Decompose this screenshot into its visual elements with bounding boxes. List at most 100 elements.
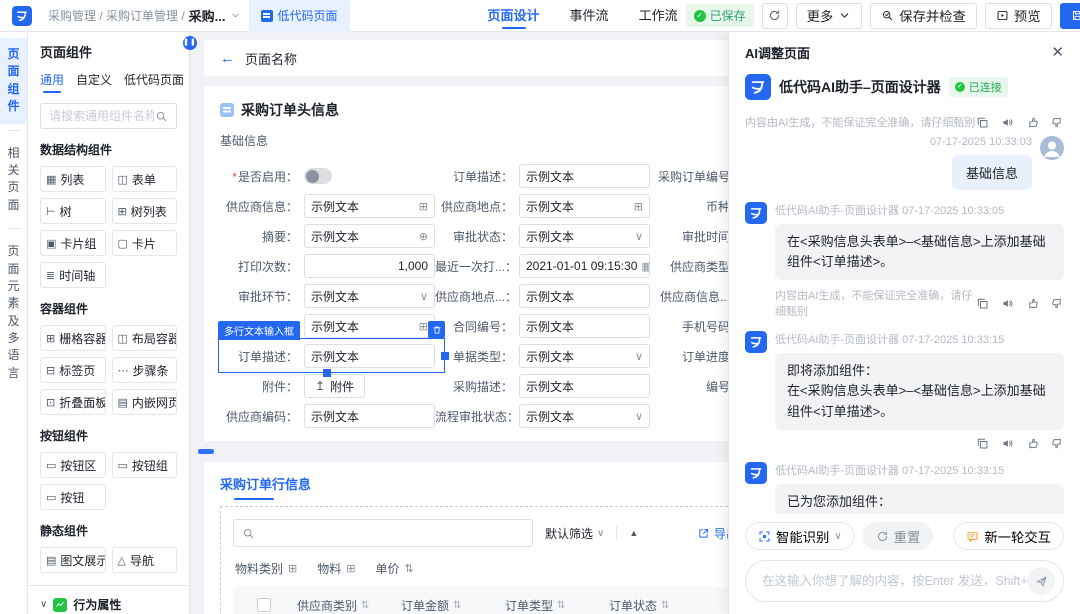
component-item[interactable]: ⊞树列表 — [112, 198, 178, 224]
horizontal-scrollbar[interactable] — [198, 449, 214, 454]
table-column-header[interactable]: 供应商类别⇅ — [297, 597, 401, 614]
side-strip-tab-0[interactable]: 页面组件 — [0, 38, 27, 124]
select-field[interactable]: 示例文本∨ — [519, 344, 650, 368]
thumbs-down-icon[interactable] — [1051, 437, 1064, 450]
speaker-icon[interactable] — [1001, 437, 1014, 450]
input-field[interactable]: 示例文本⊞ — [304, 194, 435, 218]
speaker-icon[interactable] — [1001, 116, 1014, 129]
upload-attachment-button[interactable]: ↥附件 — [304, 374, 365, 398]
component-search-input[interactable] — [49, 109, 154, 123]
select-all-checkbox[interactable] — [257, 598, 271, 612]
speaker-icon[interactable] — [1001, 297, 1014, 310]
input-field[interactable]: 示例文本⊞ — [519, 194, 650, 218]
thumbs-up-icon[interactable] — [1026, 437, 1039, 450]
filter-chip[interactable]: 物料类别⊞ — [235, 560, 297, 577]
collapse-toolbar-icon[interactable]: ▲ — [629, 528, 638, 538]
input-field[interactable]: 2021-01-01 09:15:30▦ — [519, 254, 650, 278]
table-column-header[interactable]: 订单状态⇅ — [609, 597, 713, 614]
filter-chip[interactable]: 物料⊞ — [317, 560, 355, 577]
component-item[interactable]: ◫布局容器 — [112, 325, 178, 351]
input-field[interactable]: 示例文本⊞ — [304, 314, 435, 338]
side-strip-tab-2[interactable]: 页面元素及多语言 — [0, 235, 27, 390]
component-item[interactable]: ▣卡片组 — [40, 230, 106, 256]
tab-order-line-info[interactable]: 采购订单行信息 — [220, 474, 311, 500]
app-logo-icon[interactable] — [12, 6, 32, 26]
component-item[interactable]: ▭按钮区 — [40, 452, 106, 478]
input-field[interactable]: 示例文本 — [519, 164, 650, 188]
palette-tab-1[interactable]: 自定义 — [76, 71, 112, 93]
panel-collapse-handle[interactable]: ❚❚ — [183, 36, 197, 50]
table-column-header[interactable]: 订单金额⇅ — [401, 597, 505, 614]
input-field[interactable]: 示例文本 — [519, 314, 650, 338]
order-header-form-card[interactable]: 采购订单头信息 基础信息 *是否启用：订单描述：示例文本采购订单编号供应商信息：… — [204, 86, 728, 441]
palette-tab-2[interactable]: 低代码页面 — [124, 71, 184, 93]
page-tab-lowcode[interactable]: 低代码页面 — [249, 0, 350, 32]
resize-handle-right[interactable] — [441, 352, 449, 360]
message-meta: 低代码AI助手-页面设计器 07-17-2025 10:33:15 — [775, 462, 1064, 478]
component-item[interactable]: ▤内嵌网页 — [112, 389, 178, 415]
order-line-card[interactable]: 采购订单行信息 默认筛选 ∨ ▲ — [204, 462, 728, 614]
component-item[interactable]: ▭按钮组 — [112, 452, 178, 478]
filter-chip[interactable]: 单价⇅ — [375, 560, 413, 577]
component-item[interactable]: △导航 — [112, 547, 178, 573]
send-icon[interactable] — [1027, 567, 1055, 595]
breadcrumb[interactable]: 采购管理 / 采购订单管理 / 采购... — [48, 6, 241, 25]
thumbs-up-icon[interactable] — [1026, 297, 1039, 310]
copy-icon[interactable] — [976, 437, 989, 450]
resize-handle-bottom[interactable] — [323, 369, 331, 377]
export-button[interactable]: 导出 — [697, 525, 728, 542]
palette-tab-0[interactable]: 通用 — [40, 71, 64, 93]
new-round-button[interactable]: 新一轮交互 — [953, 522, 1064, 550]
thumbs-down-icon[interactable] — [1051, 116, 1064, 129]
component-search[interactable] — [40, 103, 177, 129]
refresh-button[interactable] — [762, 3, 788, 29]
preview-button[interactable]: 预览 — [985, 3, 1052, 29]
chat-input-box[interactable] — [745, 560, 1064, 602]
close-icon[interactable]: ✕ — [1051, 45, 1064, 60]
component-item[interactable]: ◫表单 — [112, 166, 178, 192]
input-field[interactable]: 示例文本 — [519, 374, 650, 398]
chat-input[interactable] — [762, 574, 1027, 588]
component-item[interactable]: ⊟标签页 — [40, 357, 106, 383]
component-item[interactable]: ≣时间轴 — [40, 262, 106, 288]
input-field[interactable]: 示例文本 — [304, 344, 435, 368]
back-arrow-icon[interactable]: ← — [220, 50, 235, 67]
mode-tab-2[interactable]: 工作流 — [639, 0, 678, 32]
select-field[interactable]: 示例文本∨ — [519, 404, 650, 428]
component-item[interactable]: ▦列表 — [40, 166, 106, 192]
reset-button[interactable]: 重置 — [863, 522, 934, 550]
thumbs-down-icon[interactable] — [1051, 297, 1064, 310]
input-field[interactable]: 示例文本 — [519, 284, 650, 308]
input-field[interactable]: 1,000 — [304, 254, 435, 278]
chevron-down-icon[interactable] — [230, 10, 241, 21]
save-and-check-button[interactable]: 保存并检查 — [870, 3, 977, 29]
table-search[interactable] — [233, 519, 533, 547]
thumbs-up-icon[interactable] — [1026, 116, 1039, 129]
save-button[interactable]: 保存 — [1060, 3, 1080, 29]
input-field[interactable]: 示例文本⊕ — [304, 224, 435, 248]
default-filter-dropdown[interactable]: 默认筛选 ∨ — [545, 525, 604, 542]
input-field[interactable]: 示例文本 — [304, 404, 435, 428]
behavior-section-header[interactable]: ∨ 行为属性 — [28, 585, 189, 613]
table-search-input[interactable] — [261, 526, 524, 540]
select-field[interactable]: 示例文本∨ — [519, 224, 650, 248]
table-column-header[interactable]: 订单类型⇅ — [505, 597, 609, 614]
select-field[interactable]: 示例文本∨ — [304, 284, 435, 308]
side-strip-tab-1[interactable]: 相关页面 — [0, 137, 27, 223]
component-item[interactable]: ⊢树 — [40, 198, 106, 224]
copy-icon[interactable] — [976, 116, 989, 129]
component-item[interactable]: ⊡折叠面板 — [40, 389, 106, 415]
component-item[interactable]: ▭按钮 — [40, 484, 106, 510]
component-item[interactable]: ▤图文展示 — [40, 547, 106, 573]
delete-component-button[interactable] — [428, 321, 445, 338]
mode-tab-0[interactable]: 页面设计 — [488, 0, 540, 32]
mode-tab-1[interactable]: 事件流 — [570, 0, 609, 32]
more-button[interactable]: 更多 — [796, 3, 863, 29]
smart-recognize-button[interactable]: 智能识别 ∨ — [745, 522, 855, 550]
design-canvas[interactable]: ← 页面名称 采购订单头信息 基础信息 *是否启用：订单描述：示例文本采购订单编… — [190, 32, 728, 614]
component-item[interactable]: ⊞栅格容器 — [40, 325, 106, 351]
component-item[interactable]: ⋯步骤条 — [112, 357, 178, 383]
toggle-switch-off[interactable] — [304, 168, 332, 184]
component-item[interactable]: ▢卡片 — [112, 230, 178, 256]
copy-icon[interactable] — [976, 297, 989, 310]
